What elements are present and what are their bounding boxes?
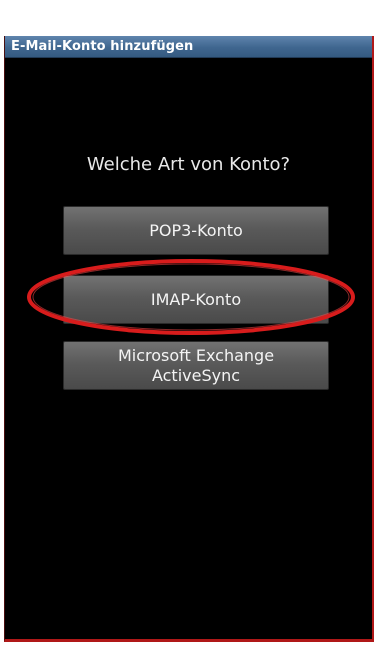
exchange-activesync-button[interactable]: Microsoft Exchange ActiveSync [63, 341, 329, 390]
pop3-account-button[interactable]: POP3-Konto [63, 206, 329, 255]
phone-screen: E-Mail-Konto hinzufügen Welche Art von K… [4, 36, 374, 642]
imap-account-button[interactable]: IMAP-Konto [63, 275, 329, 324]
dialog-title: E-Mail-Konto hinzufügen [11, 39, 194, 54]
page-frame: E-Mail-Konto hinzufügen Welche Art von K… [0, 0, 380, 649]
account-type-prompt: Welche Art von Konto? [86, 154, 291, 175]
title-bar: E-Mail-Konto hinzufügen [5, 36, 372, 58]
